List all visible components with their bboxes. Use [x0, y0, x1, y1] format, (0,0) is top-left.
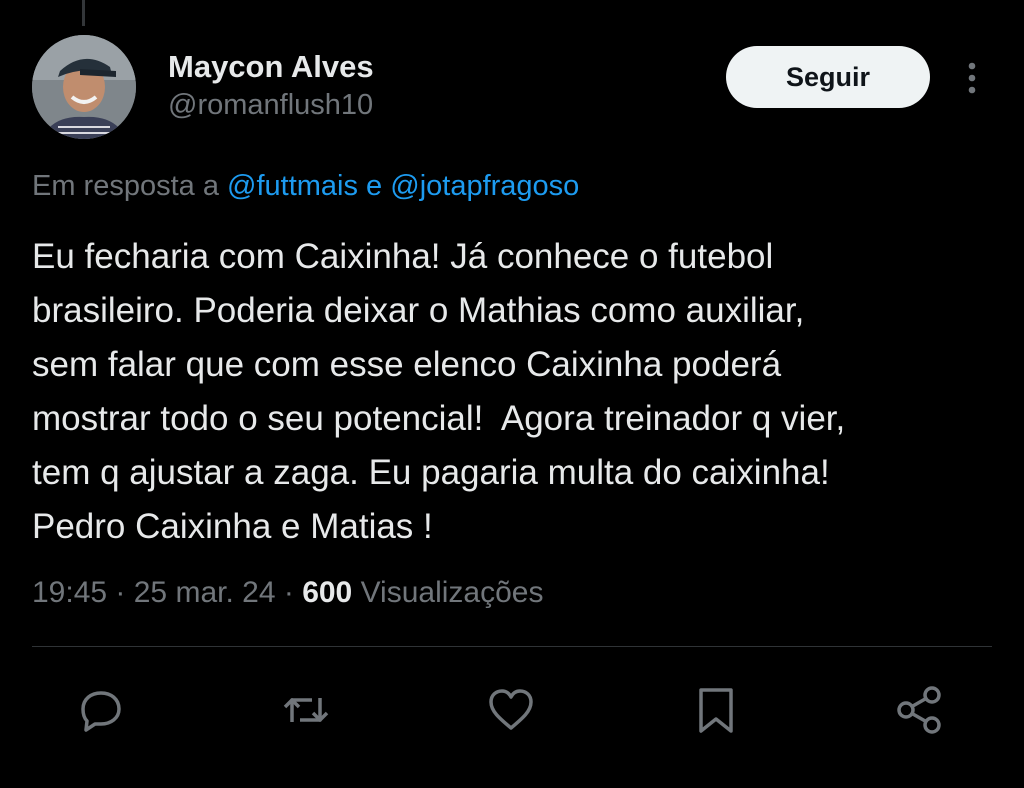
tweet-metadata: 19:45 · 25 mar. 24 · 600 Visualizações: [32, 576, 543, 610]
author-handle[interactable]: @romanflush10: [168, 89, 373, 122]
share-button[interactable]: [892, 682, 948, 738]
retweet-button[interactable]: [278, 682, 334, 738]
divider: [32, 646, 992, 647]
tweet-time[interactable]: 19:45: [32, 576, 107, 609]
thread-connector-line: [82, 0, 85, 26]
mention-joiner: e: [358, 170, 391, 202]
reply-context: Em resposta a @futtmais e @jotapfragoso: [32, 170, 579, 203]
reply-button[interactable]: [73, 682, 129, 738]
views-label: Visualizações: [352, 576, 544, 609]
avatar-photo: [32, 35, 136, 139]
share-icon: [897, 686, 941, 734]
meta-separator: ·: [107, 576, 134, 609]
reply-prefix: Em resposta a: [32, 170, 228, 202]
author-name[interactable]: Maycon Alves: [168, 49, 374, 85]
tweet-text: Eu fecharia com Caixinha! Já conhece o f…: [32, 237, 846, 546]
retweet-icon: [283, 698, 329, 722]
avatar[interactable]: [32, 35, 136, 139]
heart-icon: [489, 689, 533, 730]
bookmark-button[interactable]: [688, 682, 744, 738]
views-count: 600: [302, 576, 353, 609]
mention-link-futtmais[interactable]: @futtmais: [227, 170, 358, 202]
reply-icon: [81, 691, 121, 732]
like-button[interactable]: [483, 682, 539, 738]
tweet-date[interactable]: 25 mar. 24: [134, 576, 276, 609]
more-button[interactable]: [952, 56, 992, 100]
bookmark-icon: [699, 688, 733, 733]
mention-link-jotapfragoso[interactable]: @jotapfragoso: [390, 170, 579, 202]
follow-button[interactable]: Seguir: [726, 46, 930, 108]
more-vertical-icon: [968, 62, 976, 94]
meta-separator: ·: [275, 576, 303, 609]
